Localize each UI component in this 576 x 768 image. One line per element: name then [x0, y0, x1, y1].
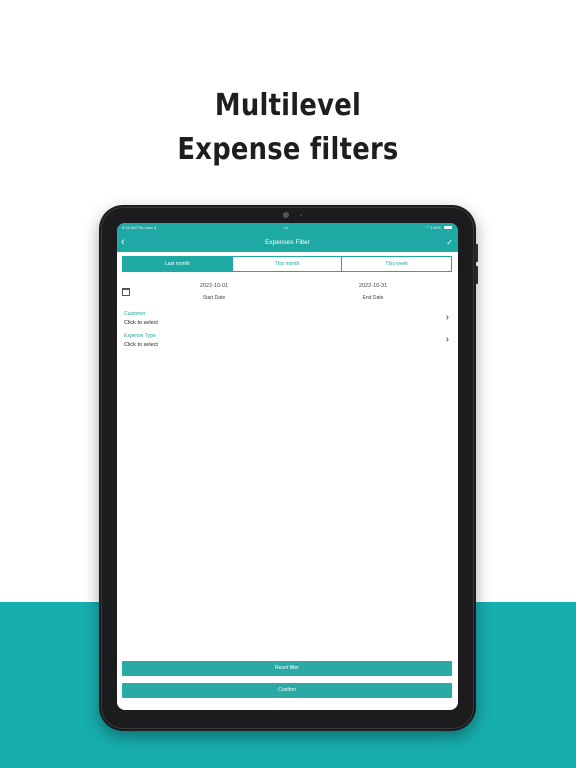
start-date-label: Start Date	[202, 295, 226, 301]
customer-label: Customer	[124, 311, 146, 317]
confirm-button[interactable]: Confirm	[122, 683, 452, 698]
status-bar: 9:24 AM Thu Nov 3 ••• ◠ 100%	[117, 223, 458, 233]
front-camera	[283, 212, 289, 218]
chevron-left-icon[interactable]: ‹	[121, 233, 125, 252]
calendar-icon[interactable]	[122, 288, 130, 296]
headline-line-2: Expense filters	[177, 132, 399, 167]
status-time: 9:24 AM Thu Nov 3	[122, 225, 157, 230]
volume-down-button	[475, 266, 478, 284]
headline-line-1: Multilevel	[214, 88, 362, 123]
segment-this-week[interactable]: This week	[341, 257, 452, 271]
expense-type-select[interactable]: Click to select	[124, 342, 158, 348]
nav-bar: Expenses Filter ‹ ✓	[117, 233, 458, 252]
chevron-right-icon[interactable]: ›	[446, 313, 449, 323]
segment-this-month[interactable]: This month	[231, 257, 342, 271]
start-date-value[interactable]: 2022-10-01	[164, 283, 264, 289]
end-date-value[interactable]: 2022-10-31	[323, 283, 423, 289]
expense-type-label: Expense Type	[124, 333, 156, 339]
marketing-headline: Multilevel Expense filters	[40, 84, 535, 172]
segment-last-month[interactable]: Last month	[123, 257, 232, 271]
volume-up-button	[475, 244, 478, 262]
page-title: Expenses Filter	[265, 239, 310, 246]
chevron-right-icon[interactable]: ›	[446, 335, 449, 345]
battery-percent: 100%	[430, 225, 441, 230]
wifi-icon: ◠	[426, 225, 430, 230]
reset-filter-button[interactable]: Reset filter	[122, 661, 452, 676]
status-right: ◠ 100%	[426, 223, 452, 233]
checkmark-icon[interactable]: ✓	[446, 233, 453, 252]
battery-icon	[444, 226, 452, 230]
camera-sensor	[300, 214, 302, 216]
end-date-label: End Date	[362, 295, 384, 301]
app-screen: 9:24 AM Thu Nov 3 ••• ◠ 100% Expenses Fi…	[117, 223, 458, 710]
customer-select[interactable]: Click to select	[124, 320, 158, 326]
multitasking-dots: •••	[284, 225, 289, 230]
period-segmented-control: Last month This month This week	[122, 256, 452, 272]
